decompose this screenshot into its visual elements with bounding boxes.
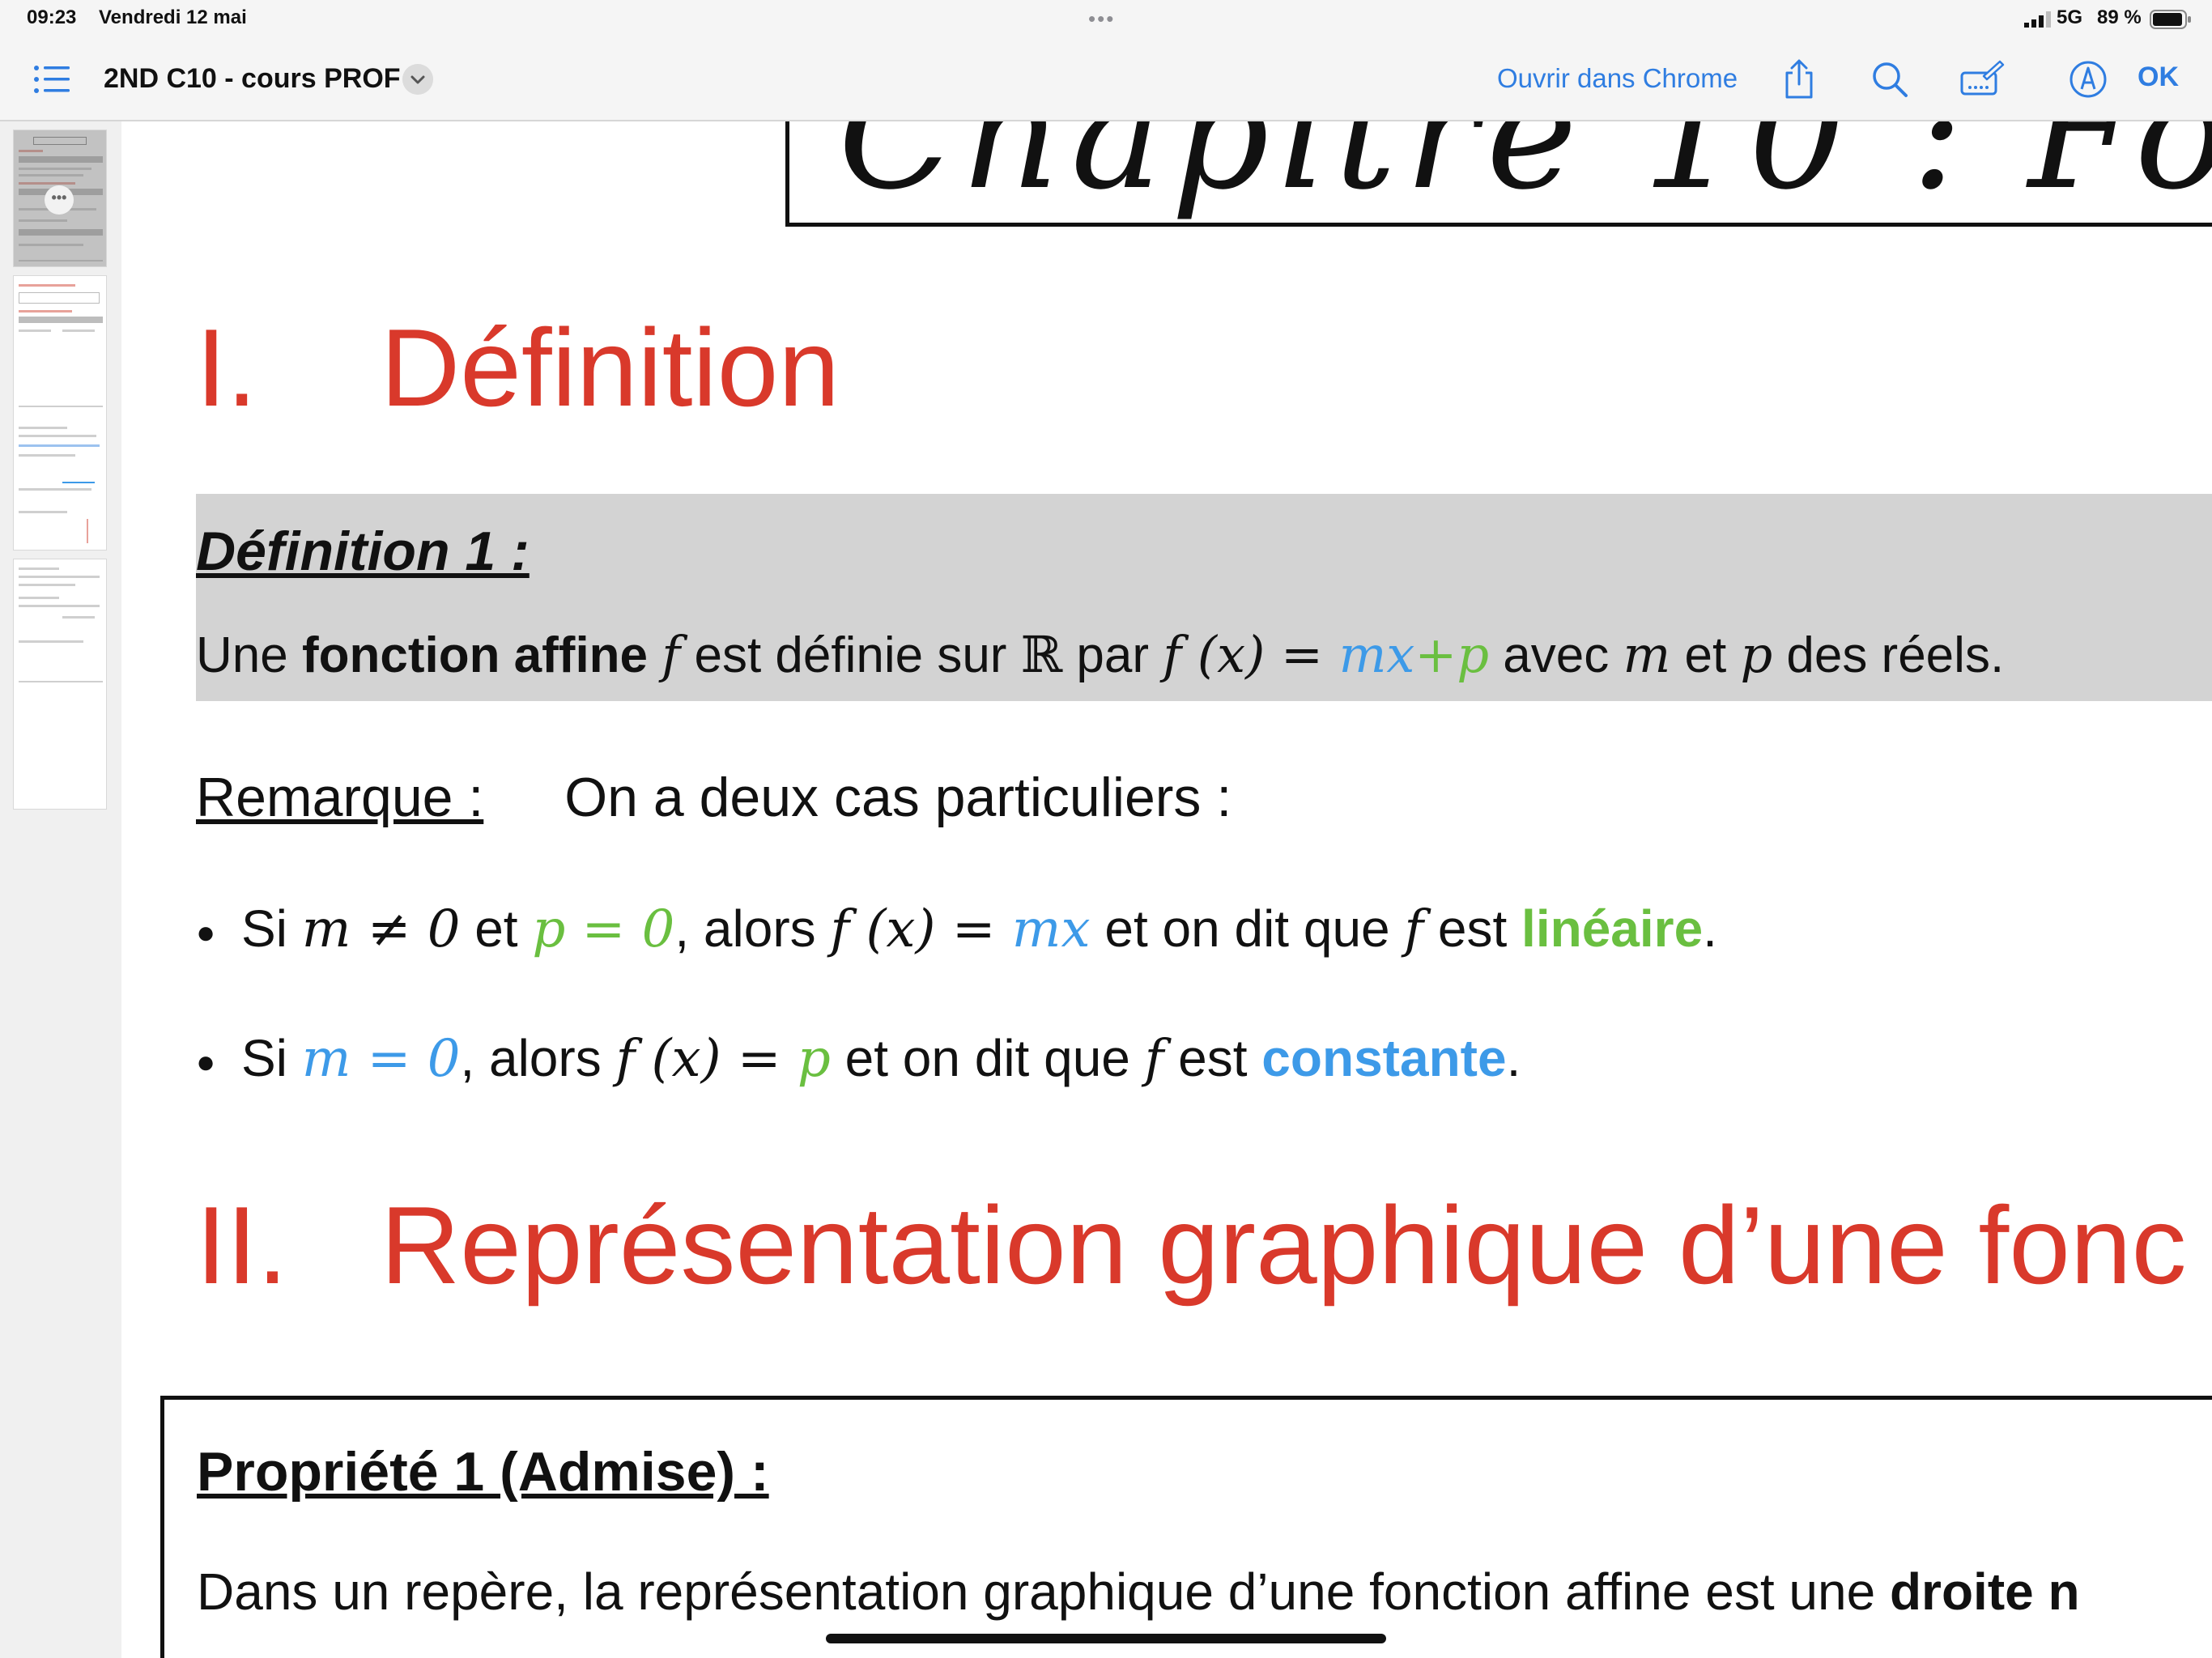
cellular-signal-icon (2024, 11, 2051, 28)
bullet-text: . (1506, 1029, 1521, 1087)
section-2-title: Représentation graphique d’une fonc (381, 1184, 2187, 1307)
definition-box: Définition 1 : Une fonction affine f est… (196, 494, 2212, 701)
property-text-part: Dans un repère, la représentation graphi… (197, 1562, 1890, 1621)
chapter-title: Chapitre 10 : Fonctions (838, 121, 2212, 223)
home-indicator[interactable] (826, 1634, 1386, 1643)
status-date: Vendredi 12 mai (99, 6, 247, 28)
bullet-constant-case: ● Si m = 0, alors f (x) = p et on dit que… (196, 1028, 1521, 1089)
math-m: m (1623, 625, 1671, 684)
status-time: 09:23 (27, 6, 77, 28)
pdf-page[interactable]: Chapitre 10 : Fonctions I. Définition Dé… (121, 121, 2212, 1658)
definition-text-part: par (1062, 627, 1163, 683)
bullet-text: et on dit que (1090, 899, 1405, 958)
definition-text-part: et (1670, 627, 1741, 683)
definition-text-part: Une (196, 627, 302, 683)
battery-icon (2150, 10, 2191, 29)
bullet-text: et (460, 899, 533, 958)
page-thumbnails-sidebar[interactable]: ••• (0, 121, 121, 1658)
definition-text-part: est définie sur (680, 627, 1021, 683)
math-equals: = (935, 899, 1012, 959)
math-p: p (1740, 625, 1773, 684)
list-icon[interactable] (32, 63, 71, 96)
remark-label: Remarque : (196, 767, 484, 828)
network-type: 5G (2057, 6, 2083, 28)
definition-text-part: des réels. (1772, 627, 2005, 683)
bullet-text: est (1163, 1029, 1262, 1087)
math-condition-m: m ≠ 0 (301, 899, 461, 959)
bullet-text: , alors (674, 899, 831, 958)
document-toolbar: 2ND C10 - cours PROF Ouvrir dans Chrome … (0, 39, 2212, 121)
battery-percentage: 89 % (2097, 6, 2142, 28)
math-reals: ℝ (1020, 625, 1063, 684)
definition-term: fonction affine (301, 627, 649, 683)
math-equals: = (1265, 625, 1339, 684)
page-thumbnail-3[interactable] (13, 559, 107, 810)
page-thumbnail-2[interactable] (13, 275, 107, 551)
math-fx: f (x) (1163, 625, 1266, 684)
remark: Remarque : On a deux cas particuliers : (196, 766, 1231, 829)
math-f: f (1404, 899, 1424, 959)
definition-text-part: avec (1489, 627, 1623, 683)
page-thumbnail-1[interactable]: ••• (13, 130, 107, 267)
bullet-text: Si (241, 899, 302, 958)
bullet-icon: ● (196, 914, 216, 950)
share-icon[interactable] (1776, 57, 1822, 102)
bullet-text: , alors (460, 1029, 616, 1087)
term-lineaire: linéaire (1521, 899, 1704, 958)
definition-text: Une fonction affine f est définie sur ℝ … (196, 625, 2004, 684)
ok-button[interactable]: OK (2138, 62, 2179, 93)
multitasking-dots-icon[interactable]: ••• (1088, 6, 1115, 32)
markup-pen-icon[interactable] (2065, 57, 2111, 102)
status-bar: 09:23 Vendredi 12 mai ••• 5G 89 % (0, 0, 2212, 39)
section-2-number: II. (196, 1184, 288, 1307)
math-condition-p: p = 0 (532, 899, 675, 959)
bullet-icon: ● (196, 1044, 216, 1080)
section-1-number: I. (196, 306, 257, 429)
chapter-title-box: Chapitre 10 : Fonctions (785, 121, 2212, 227)
bullet-text: . (1703, 899, 1717, 958)
bullet-text: Si (241, 1029, 302, 1087)
property-box: Propriété 1 (Admise) : Dans un repère, l… (160, 1396, 2212, 1658)
math-condition-m: m = 0 (301, 1029, 461, 1089)
chevron-down-icon[interactable] (402, 64, 433, 95)
property-heading: Propriété 1 (Admise) : (197, 1441, 769, 1503)
bullet-text: et on dit que (830, 1029, 1145, 1087)
math-fx: f (x) (615, 1029, 721, 1089)
math-f: f (1144, 1029, 1164, 1089)
keyboard-edit-icon[interactable] (1959, 57, 2005, 102)
math-mx: mx (1011, 899, 1091, 959)
document-title[interactable]: 2ND C10 - cours PROF (104, 63, 401, 95)
bullet-linear-case: ● Si m ≠ 0 et p = 0, alors f (x) = mx et … (196, 899, 1717, 959)
math-equals: = (721, 1029, 798, 1089)
bullet-text: est (1423, 899, 1522, 958)
more-options-icon[interactable]: ••• (45, 185, 74, 215)
math-mx: mx (1338, 625, 1415, 684)
math-fx: f (x) (830, 899, 936, 959)
search-icon[interactable] (1867, 57, 1912, 102)
definition-heading: Définition 1 : (196, 521, 530, 582)
remark-text: On a deux cas particuliers : (564, 767, 1232, 828)
math-plus-p: +p (1414, 625, 1490, 684)
section-1-title: Définition (381, 306, 840, 429)
math-p: p (797, 1029, 831, 1089)
open-in-chrome-button[interactable]: Ouvrir dans Chrome (1497, 63, 1738, 94)
math-f: f (661, 625, 681, 684)
property-bold-end: droite n (1889, 1562, 2080, 1621)
term-constante: constante (1261, 1029, 1507, 1087)
property-text: Dans un repère, la représentation graphi… (197, 1562, 2080, 1622)
